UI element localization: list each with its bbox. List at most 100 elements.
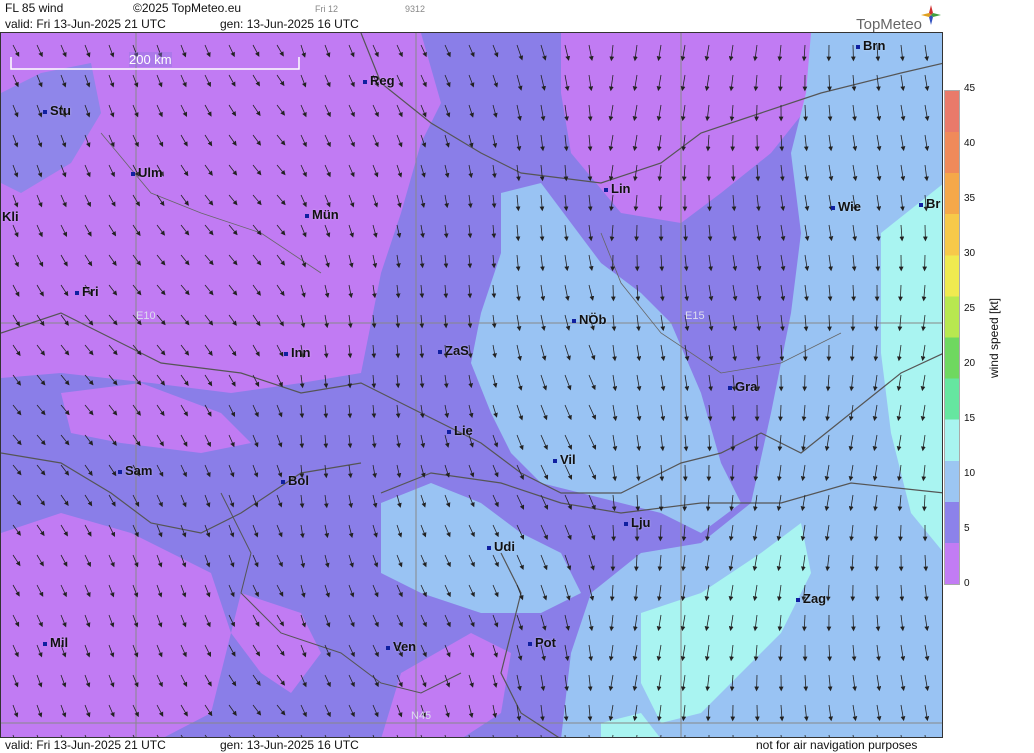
city-label: Ulm	[138, 165, 163, 180]
city-lin: Lin	[604, 181, 631, 196]
city-label: Lie	[454, 423, 473, 438]
city-marker-icon	[386, 645, 390, 650]
city-marker-icon	[487, 545, 491, 550]
city-label: Ven	[393, 639, 417, 654]
city-label: Stu	[50, 103, 71, 118]
city-marker-icon	[305, 213, 309, 218]
day-code: Fri 12	[315, 4, 339, 14]
wind-speed-legend: 45 40 35 30 25 20 15 10 5 0 wind speed [kt]	[944, 83, 1034, 589]
city-marker-icon	[624, 521, 628, 526]
city-marker-icon	[43, 109, 47, 114]
city-marker-icon	[604, 187, 608, 192]
city-label: Inn	[291, 345, 311, 360]
city-label: Lin	[611, 181, 631, 196]
city-stu: Stu	[43, 103, 71, 118]
wind-field	[1, 33, 942, 737]
city-label: Gra	[735, 379, 758, 394]
city-marker-icon	[281, 479, 285, 484]
city-mil: Mil	[43, 635, 68, 650]
city-label: Vil	[560, 452, 576, 467]
city-marker-icon	[796, 597, 800, 602]
city-vil: Vil	[553, 452, 576, 467]
city-ven: Ven	[386, 639, 416, 654]
legend-tick: 15	[964, 413, 976, 424]
city-label: Bol	[288, 473, 309, 488]
city-gra: Gra	[728, 379, 757, 394]
city-label: Zag	[803, 591, 827, 606]
city-label: Lju	[631, 515, 651, 530]
legend-tick: 40	[964, 138, 976, 149]
city-label: Brn	[863, 38, 886, 53]
city-marker-icon	[856, 44, 860, 49]
city-zas: ZaS	[438, 343, 469, 358]
city-marker-icon	[447, 429, 451, 434]
city-lju: Lju	[624, 515, 651, 530]
city-ulm: Ulm	[131, 165, 163, 180]
city-marker-icon	[528, 641, 532, 646]
city-label: Reg	[370, 73, 395, 88]
legend-tick: 10	[964, 468, 976, 479]
legend-tick: 35	[964, 193, 976, 204]
city-brn: Brn	[856, 38, 885, 53]
legend-tick: 0	[964, 578, 970, 589]
city-inn: Inn	[284, 345, 311, 360]
city-zag: Zag	[796, 591, 826, 606]
city-nöb: NÖb	[572, 312, 606, 327]
city-bol: Bol	[281, 473, 309, 488]
city-label: Kli	[2, 209, 19, 224]
city-reg: Reg	[363, 73, 395, 88]
city-br: Br	[919, 196, 940, 211]
city-kli: Kli	[1, 209, 19, 224]
valid-time: valid: Fri 13-Jun-2025 21 UTC	[5, 17, 166, 31]
legend-tick: 20	[964, 358, 976, 369]
legend-tick: 30	[964, 248, 976, 259]
city-mün: Mün	[305, 207, 339, 222]
footer-valid-time: valid: Fri 13-Jun-2025 21 UTC	[5, 738, 166, 752]
city-marker-icon	[438, 349, 442, 354]
map-title: FL 85 wind	[5, 1, 64, 15]
city-marker-icon	[118, 469, 122, 474]
city-marker-icon	[75, 290, 79, 295]
city-label: Sam	[125, 463, 153, 478]
footer-generated-time: gen: 13-Jun-2025 16 UTC	[220, 738, 359, 752]
city-label: ZaS	[445, 343, 469, 358]
legend-title: wind speed [kt]	[987, 297, 1001, 379]
city-pot: Pot	[528, 635, 556, 650]
city-label: Mil	[50, 635, 69, 650]
city-marker-icon	[131, 171, 135, 176]
grid-label-n45: N45	[411, 710, 432, 722]
city-wie: Wie	[831, 199, 861, 214]
city-marker-icon	[572, 318, 576, 323]
city-marker-icon	[831, 205, 835, 210]
city-label: Wie	[838, 199, 861, 214]
grid-label-e15: E15	[685, 310, 705, 322]
city-label: Pot	[535, 635, 556, 650]
city-marker-icon	[363, 79, 367, 84]
city-marker-icon	[553, 458, 557, 463]
city-lie: Lie	[447, 423, 473, 438]
city-label: Udi	[494, 539, 515, 554]
compass-icon	[921, 5, 941, 25]
disclaimer: not for air navigation purposes	[756, 738, 918, 752]
city-sam: Sam	[118, 463, 152, 478]
logo-text: TopMeteo	[856, 16, 922, 33]
city-label: Mün	[312, 207, 339, 222]
city-marker-icon	[43, 641, 47, 646]
scale-label: 200 km	[129, 52, 172, 67]
city-marker-icon	[728, 385, 732, 390]
city-udi: Udi	[487, 539, 515, 554]
grid-label-e10: E10	[136, 310, 156, 322]
city-label: NÖb	[579, 312, 607, 327]
city-label: Br	[926, 196, 941, 211]
city-fri: Fri	[75, 284, 99, 299]
legend-tick: 25	[964, 303, 976, 314]
legend-tick: 45	[964, 83, 976, 94]
copyright: ©2025 TopMeteo.eu	[133, 1, 242, 15]
city-label: Fri	[82, 284, 99, 299]
run-code: 9312	[405, 4, 426, 14]
legend-tick: 5	[964, 523, 970, 534]
city-marker-icon	[919, 202, 923, 207]
legend-color-bar	[944, 90, 960, 585]
wind-map[interactable]: 200 km E10 E15 N45 Reg Brn Stu Ulm Mün Lin Wie…	[0, 32, 943, 738]
generated-time: gen: 13-Jun-2025 16 UTC	[220, 17, 359, 31]
